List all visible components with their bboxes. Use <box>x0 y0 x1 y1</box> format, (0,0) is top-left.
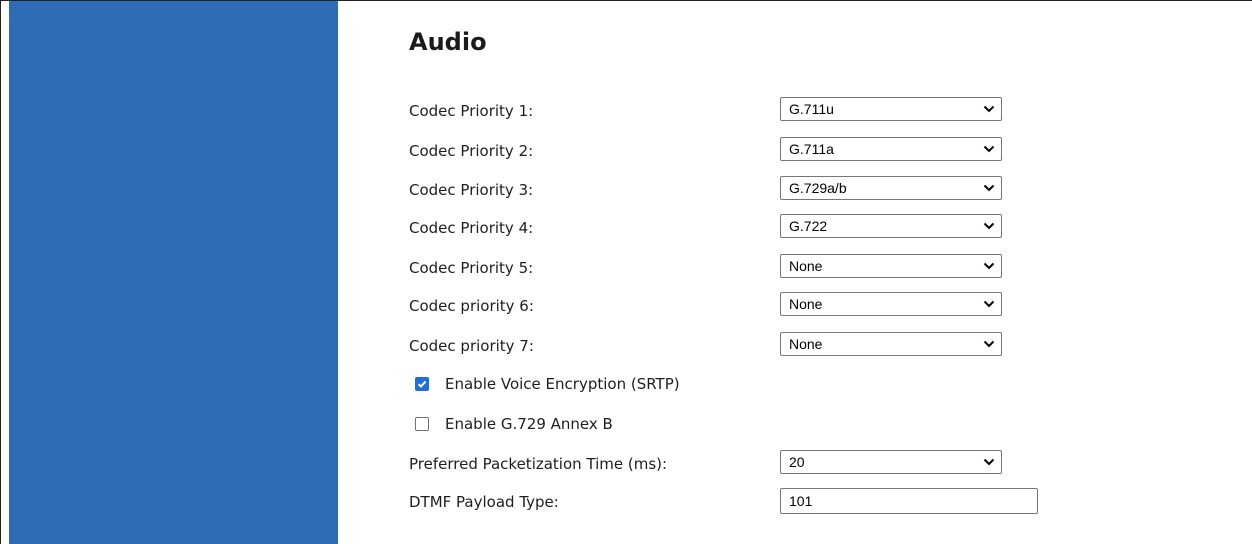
annex-b-label: Enable G.729 Annex B <box>445 415 613 433</box>
chevron-down-icon <box>983 145 995 153</box>
codec-priority-1-label: Codec Priority 1: <box>409 102 534 120</box>
chevron-down-icon <box>983 184 995 192</box>
srtp-label: Enable Voice Encryption (SRTP) <box>445 375 680 393</box>
chevron-down-icon <box>983 105 995 113</box>
codec-priority-7-value: None <box>789 336 823 352</box>
checkmark-icon <box>417 380 427 388</box>
codec-priority-5-label: Codec Priority 5: <box>409 259 534 277</box>
codec-priority-7-select[interactable]: None <box>780 332 1002 356</box>
codec-priority-3-select[interactable]: G.729a/b <box>780 176 1002 200</box>
codec-priority-5-select[interactable]: None <box>780 254 1002 278</box>
dtmf-payload-type-label: DTMF Payload Type: <box>409 493 559 511</box>
codec-priority-4-value: G.722 <box>789 218 828 234</box>
packetization-time-select[interactable]: 20 <box>780 450 1002 474</box>
packetization-time-value: 20 <box>789 454 805 470</box>
chevron-down-icon <box>983 262 995 270</box>
chevron-down-icon <box>983 340 995 348</box>
annex-b-checkbox[interactable] <box>415 417 429 431</box>
codec-priority-2-select[interactable]: G.711a <box>780 137 1002 161</box>
codec-priority-3-label: Codec Priority 3: <box>409 181 534 199</box>
codec-priority-1-value: G.711u <box>789 101 834 117</box>
section-title: Audio <box>409 28 487 56</box>
codec-priority-6-label: Codec priority 6: <box>409 297 534 315</box>
codec-priority-4-select[interactable]: G.722 <box>780 214 1002 238</box>
codec-priority-4-label: Codec Priority 4: <box>409 219 534 237</box>
codec-priority-6-select[interactable]: None <box>780 292 1002 316</box>
dtmf-payload-type-input[interactable]: 101 <box>780 488 1038 514</box>
codec-priority-7-label: Codec priority 7: <box>409 337 534 355</box>
codec-priority-6-value: None <box>789 296 823 312</box>
sidebar-panel <box>9 1 338 544</box>
dtmf-payload-type-value: 101 <box>789 493 813 509</box>
codec-priority-2-value: G.711a <box>789 141 834 157</box>
codec-priority-2-label: Codec Priority 2: <box>409 142 534 160</box>
srtp-checkbox[interactable] <box>415 377 429 391</box>
chevron-down-icon <box>983 300 995 308</box>
chevron-down-icon <box>983 458 995 466</box>
codec-priority-3-value: G.729a/b <box>789 180 847 196</box>
codec-priority-1-select[interactable]: G.711u <box>780 97 1002 121</box>
codec-priority-5-value: None <box>789 258 823 274</box>
packetization-time-label: Preferred Packetization Time (ms): <box>409 455 668 473</box>
chevron-down-icon <box>983 222 995 230</box>
